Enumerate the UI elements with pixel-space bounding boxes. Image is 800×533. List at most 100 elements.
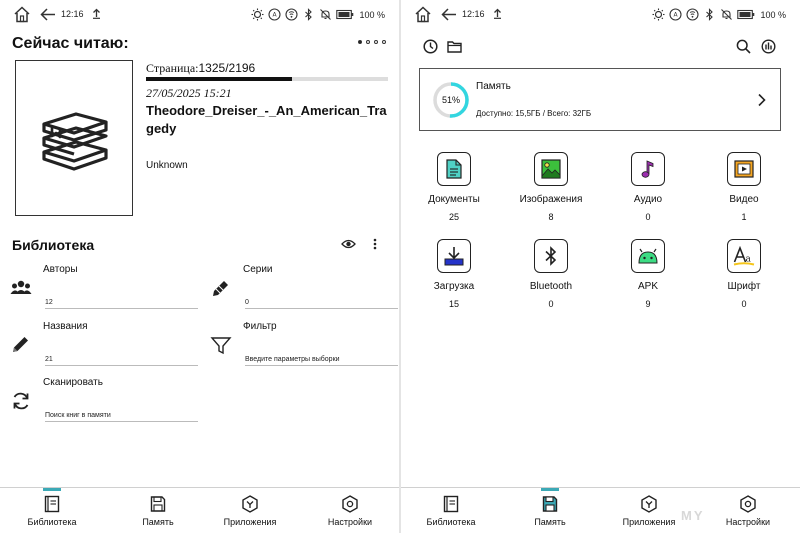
library-item-label: Сканировать — [43, 377, 103, 388]
refresh-mode-icon: A — [268, 8, 282, 21]
filter-input[interactable]: Введите параметры выборки — [245, 356, 398, 366]
series-pen-icon — [213, 281, 228, 296]
category-images[interactable]: Изображения 8 — [511, 152, 591, 232]
library-item-label: Серии — [243, 264, 273, 275]
library-item-authors[interactable]: Авторы 12 — [10, 264, 200, 314]
nav-label: Память — [142, 517, 174, 527]
category-count: 0 — [548, 299, 554, 309]
library-item-label: Фильтр — [243, 321, 277, 332]
nav-settings[interactable]: Настройки — [698, 488, 798, 533]
recent-clock-icon[interactable] — [423, 39, 438, 54]
memory-screen: 12:16 A 100 % 51% Память Доступно: 15,5Г… — [401, 0, 800, 533]
nav-memory[interactable]: Память — [500, 488, 600, 533]
battery-icon — [336, 9, 354, 20]
dot[interactable] — [382, 40, 386, 44]
last-read-date: 27/05/2025 15:21 — [146, 86, 232, 100]
refresh-icon — [13, 392, 29, 410]
titles-pencil-icon — [13, 337, 28, 352]
library-screen: 12:16 A 100 % Сейчас читаю: Страница:132… — [0, 0, 399, 533]
category-bluetooth[interactable]: Bluetooth 0 — [511, 239, 591, 319]
upload-icon — [93, 8, 100, 19]
nav-label: Память — [534, 517, 566, 527]
home-icon[interactable] — [414, 6, 432, 23]
category-label: Изображения — [519, 194, 583, 205]
category-icon-box — [534, 152, 568, 186]
category-apk[interactable]: APK 9 — [608, 239, 688, 319]
settings-nav-icon — [342, 495, 358, 513]
page-value: 1325/2196 — [198, 61, 256, 75]
reading-progress-fill — [146, 77, 292, 81]
back-arrow-icon[interactable] — [441, 7, 457, 22]
nav-apps[interactable]: Приложения — [200, 488, 300, 533]
library-item-value: 12 — [45, 299, 198, 309]
storage-chart-icon[interactable] — [761, 39, 776, 54]
font-icon: a — [733, 246, 755, 266]
library-item-scan[interactable]: Сканировать Поиск книг в памяти — [10, 377, 200, 427]
category-icon-box — [727, 152, 761, 186]
upload-icon — [494, 8, 501, 19]
memory-card[interactable]: 51% Память Доступно: 15,5ГБ / Всего: 32Г… — [419, 68, 781, 131]
category-downloads[interactable]: Загрузка 15 — [414, 239, 494, 319]
nav-label: Настройки — [327, 517, 373, 527]
page-label: Страница: — [146, 61, 199, 75]
nav-label: Приложения — [223, 517, 277, 527]
category-icon-box — [631, 239, 665, 273]
library-item-label: Названия — [43, 321, 88, 332]
category-fonts[interactable]: a Шрифт 0 — [704, 239, 784, 319]
reading-progress-bar — [146, 77, 388, 81]
nav-active-indicator — [541, 488, 559, 491]
now-reading-title: Сейчас читаю: — [12, 35, 129, 52]
document-icon — [446, 159, 462, 179]
category-video[interactable]: Видео 1 — [704, 152, 784, 232]
page-dots[interactable] — [358, 40, 386, 44]
nav-settings[interactable]: Настройки — [300, 488, 399, 533]
search-icon[interactable] — [736, 39, 751, 54]
category-label: APK — [637, 281, 658, 292]
book-cover[interactable] — [15, 60, 133, 216]
category-icon-box — [631, 152, 665, 186]
library-item-titles[interactable]: Названия 21 — [10, 321, 200, 371]
bluetooth-status-icon — [706, 8, 714, 21]
bluetooth-icon — [545, 246, 557, 266]
folder-icon[interactable] — [447, 40, 462, 53]
memory-title: Память — [476, 81, 511, 92]
refresh-mode-icon: A — [669, 8, 683, 21]
status-bar: 12:16 A 100 % — [0, 0, 399, 30]
dot[interactable] — [366, 40, 370, 44]
memory-nav-icon — [542, 496, 558, 512]
dot[interactable] — [374, 40, 378, 44]
category-count: 25 — [448, 212, 459, 222]
library-item-series[interactable]: Серии 0 — [210, 264, 399, 314]
apps-nav-icon — [242, 495, 258, 513]
watermark: MY — [681, 508, 705, 523]
book-title[interactable]: Theodore_Dreiser_-_An_American_Tragedy — [146, 102, 391, 138]
dot-active[interactable] — [358, 40, 362, 44]
wifi-off-icon — [686, 8, 700, 21]
nav-memory[interactable]: Память — [108, 488, 208, 533]
category-audio[interactable]: Аудио 0 — [608, 152, 688, 232]
category-documents[interactable]: Документы 25 — [414, 152, 494, 232]
chevron-right-icon — [758, 93, 766, 107]
memory-nav-icon — [150, 496, 166, 512]
category-label: Аудио — [633, 194, 663, 205]
nav-library[interactable]: Библиотека — [2, 488, 102, 533]
music-note-icon — [641, 160, 654, 178]
category-label: Загрузка — [433, 281, 475, 292]
bottom-navigation: Библиотека Память Приложения Настройки — [401, 487, 800, 533]
eye-icon[interactable] — [341, 238, 356, 250]
category-label: Bluetooth — [529, 281, 573, 292]
memory-percent: 51% — [441, 95, 460, 105]
nav-library[interactable]: Библиотека — [401, 488, 501, 533]
library-item-filter[interactable]: Фильтр Введите параметры выборки — [210, 321, 399, 371]
back-arrow-icon[interactable] — [40, 7, 56, 22]
filter-icon — [210, 337, 232, 355]
bottom-navigation: Библиотека Память Приложения Настройки — [0, 487, 399, 533]
nav-label: Библиотека — [426, 517, 476, 527]
more-options-icon[interactable] — [372, 238, 378, 250]
category-icon-box — [437, 152, 471, 186]
category-count: 0 — [645, 212, 651, 222]
memory-info: Доступно: 15,5ГБ / Всего: 32ГБ — [476, 109, 592, 118]
library-item-label: Авторы — [43, 264, 78, 275]
battery-icon — [737, 9, 755, 20]
home-icon[interactable] — [13, 6, 31, 23]
